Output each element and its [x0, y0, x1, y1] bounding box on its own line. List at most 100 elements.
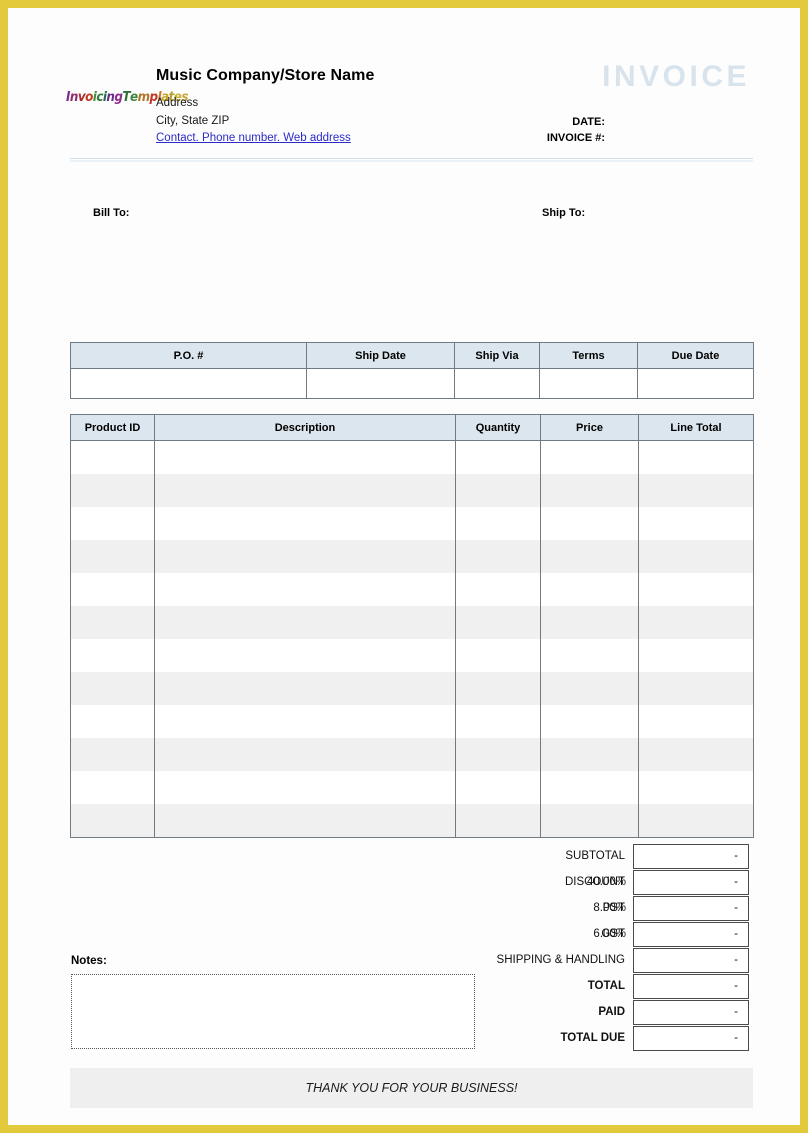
- line-item-cell-3[interactable]: [540, 804, 639, 838]
- order-info-cell-4[interactable]: [637, 368, 754, 399]
- line-item-cell-1[interactable]: [154, 738, 456, 771]
- totals-row: DISCOUNT 40.00% -: [438, 869, 753, 895]
- footer-message: THANK YOU FOR YOUR BUSINESS!: [70, 1068, 753, 1108]
- table-row: [70, 738, 754, 771]
- line-item-cell-1[interactable]: [154, 440, 456, 474]
- order-info-cell-1[interactable]: [306, 368, 455, 399]
- line-item-cell-4[interactable]: [638, 804, 754, 838]
- totals-value-4[interactable]: -: [633, 947, 749, 973]
- line-item-cell-3[interactable]: [540, 738, 639, 771]
- table-row: [70, 804, 754, 838]
- line-item-cell-2[interactable]: [455, 672, 541, 705]
- line-item-cell-3[interactable]: [540, 507, 639, 540]
- line-item-cell-2[interactable]: [455, 771, 541, 804]
- totals-value-2[interactable]: -: [633, 895, 749, 921]
- order-info-cell-2[interactable]: [454, 368, 540, 399]
- totals-percent-3[interactable]: 6.00%: [506, 928, 626, 940]
- line-item-cell-1[interactable]: [154, 639, 456, 672]
- line-item-cell-4[interactable]: [638, 705, 754, 738]
- line-items-col-1: Description: [154, 414, 456, 441]
- totals-value-1[interactable]: -: [633, 869, 749, 895]
- totals-value-6[interactable]: -: [633, 999, 749, 1025]
- line-item-cell-2[interactable]: [455, 639, 541, 672]
- order-info-cell-3[interactable]: [539, 368, 638, 399]
- company-contact-link[interactable]: Contact. Phone number. Web address: [156, 132, 351, 144]
- order-info-cell-0[interactable]: [70, 368, 307, 399]
- line-item-cell-0[interactable]: [70, 639, 155, 672]
- line-item-cell-4[interactable]: [638, 606, 754, 639]
- line-item-cell-4[interactable]: [638, 540, 754, 573]
- line-item-cell-0[interactable]: [70, 738, 155, 771]
- line-item-cell-1[interactable]: [154, 474, 456, 507]
- line-item-cell-0[interactable]: [70, 771, 155, 804]
- line-item-cell-0[interactable]: [70, 540, 155, 573]
- line-item-cell-0[interactable]: [70, 804, 155, 838]
- line-item-cell-1[interactable]: [154, 705, 456, 738]
- company-address-line1: Address: [156, 97, 199, 109]
- line-item-cell-2[interactable]: [455, 705, 541, 738]
- line-item-cell-1[interactable]: [154, 540, 456, 573]
- line-item-cell-3[interactable]: [540, 606, 639, 639]
- line-item-cell-2[interactable]: [455, 606, 541, 639]
- totals-section: SUBTOTAL - DISCOUNT 40.00% - PST 8.00% - GST 6.00…: [438, 843, 753, 1051]
- line-item-cell-2[interactable]: [455, 507, 541, 540]
- line-item-cell-0[interactable]: [70, 606, 155, 639]
- line-items-col-4: Line Total: [638, 414, 754, 441]
- totals-percent-2[interactable]: 8.00%: [506, 902, 626, 914]
- line-item-cell-4[interactable]: [638, 672, 754, 705]
- totals-row: PAID -: [438, 999, 753, 1025]
- line-item-cell-0[interactable]: [70, 440, 155, 474]
- logo-letter: m: [137, 90, 150, 105]
- line-item-cell-3[interactable]: [540, 573, 639, 606]
- line-item-cell-0[interactable]: [70, 672, 155, 705]
- line-item-cell-0[interactable]: [70, 705, 155, 738]
- invoice-sheet: InvoicingTemplates Music Company/Store N…: [8, 8, 800, 1125]
- line-item-cell-2[interactable]: [455, 573, 541, 606]
- totals-row: SHIPPING & HANDLING -: [438, 947, 753, 973]
- line-item-cell-4[interactable]: [638, 440, 754, 474]
- line-item-cell-4[interactable]: [638, 573, 754, 606]
- line-item-cell-2[interactable]: [455, 474, 541, 507]
- order-info-col-0: P.O. #: [70, 342, 307, 369]
- line-item-cell-1[interactable]: [154, 507, 456, 540]
- totals-value-7[interactable]: -: [633, 1025, 749, 1051]
- logo-letter: g: [114, 90, 123, 105]
- line-item-cell-3[interactable]: [540, 672, 639, 705]
- totals-value-3[interactable]: -: [633, 921, 749, 947]
- line-item-cell-0[interactable]: [70, 573, 155, 606]
- line-item-cell-4[interactable]: [638, 639, 754, 672]
- line-item-cell-1[interactable]: [154, 804, 456, 838]
- line-item-cell-3[interactable]: [540, 771, 639, 804]
- line-item-cell-1[interactable]: [154, 573, 456, 606]
- line-item-cell-3[interactable]: [540, 540, 639, 573]
- line-item-cell-2[interactable]: [455, 804, 541, 838]
- totals-row: SUBTOTAL -: [438, 843, 753, 869]
- line-item-cell-1[interactable]: [154, 672, 456, 705]
- line-item-cell-1[interactable]: [154, 771, 456, 804]
- order-info-col-3: Terms: [539, 342, 638, 369]
- totals-percent-1[interactable]: 40.00%: [506, 876, 626, 888]
- totals-label-0: SUBTOTAL: [565, 850, 625, 862]
- line-item-cell-0[interactable]: [70, 474, 155, 507]
- line-item-cell-4[interactable]: [638, 738, 754, 771]
- line-item-cell-4[interactable]: [638, 771, 754, 804]
- line-item-cell-2[interactable]: [455, 440, 541, 474]
- table-row: [70, 705, 754, 738]
- totals-value-0[interactable]: -: [633, 843, 749, 869]
- table-row: [70, 440, 754, 474]
- line-item-cell-4[interactable]: [638, 507, 754, 540]
- line-item-cell-1[interactable]: [154, 606, 456, 639]
- line-item-cell-3[interactable]: [540, 440, 639, 474]
- line-item-cell-3[interactable]: [540, 705, 639, 738]
- table-row: [70, 672, 754, 705]
- line-item-cell-2[interactable]: [455, 540, 541, 573]
- line-item-cell-3[interactable]: [540, 474, 639, 507]
- line-item-cell-3[interactable]: [540, 639, 639, 672]
- totals-row: PST 8.00% -: [438, 895, 753, 921]
- notes-input[interactable]: [71, 974, 475, 1049]
- line-item-cell-2[interactable]: [455, 738, 541, 771]
- order-info-body: [70, 368, 754, 399]
- line-item-cell-4[interactable]: [638, 474, 754, 507]
- totals-value-5[interactable]: -: [633, 973, 749, 999]
- line-item-cell-0[interactable]: [70, 507, 155, 540]
